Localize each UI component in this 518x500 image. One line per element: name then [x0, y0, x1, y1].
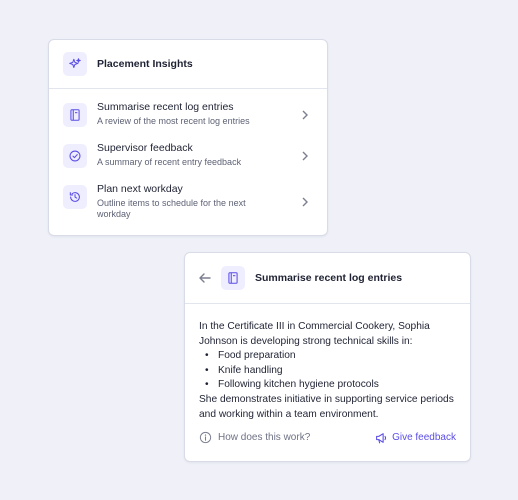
arrow-left-icon	[199, 273, 211, 283]
summary-closing: She demonstrates initiative in supportin…	[199, 393, 454, 420]
sparkles-icon	[63, 52, 87, 76]
give-feedback-button[interactable]: Give feedback	[375, 432, 456, 444]
info-icon	[199, 431, 212, 444]
summary-detail-header: Summarise recent log entries	[185, 253, 470, 304]
insight-item-title: Plan next workday	[97, 183, 183, 195]
notebook-icon	[221, 266, 245, 290]
skill-item: • Food preparation	[205, 350, 296, 362]
summary-detail-title: Summarise recent log entries	[255, 272, 403, 284]
insight-item-supervisor-feedback[interactable]: Supervisor feedback A summary of recent …	[63, 142, 313, 168]
back-button[interactable]	[199, 273, 211, 283]
skill-item: • Following kitchen hygiene protocols	[205, 379, 379, 391]
insight-item-title: Supervisor feedback	[97, 142, 193, 154]
summary-body: In the Certificate III in Commercial Coo…	[185, 304, 470, 422]
insight-item-summarise[interactable]: Summarise recent log entries A review of…	[63, 101, 313, 127]
summary-intro: In the Certificate III in Commercial Coo…	[199, 321, 430, 347]
check-circle-icon	[63, 144, 87, 168]
placement-insights-title: Placement Insights	[97, 58, 193, 70]
skill-item: • Knife handling	[205, 364, 283, 376]
notebook-icon	[63, 103, 87, 127]
placement-insights-header: Placement Insights	[49, 40, 327, 89]
skills-list: • Food preparation • Knife handling • Follo…	[199, 349, 456, 393]
insight-item-subtitle: Outline items to schedule for the next w…	[97, 198, 246, 219]
help-link-label: How does this work?	[218, 432, 311, 443]
give-feedback-label: Give feedback	[392, 432, 456, 443]
history-icon	[63, 185, 87, 209]
chevron-right-icon	[302, 197, 308, 207]
summary-footer: How does this work? Give feedback	[199, 431, 456, 444]
insight-item-subtitle: A review of the most recent log entries	[97, 116, 250, 126]
megaphone-icon	[376, 432, 387, 443]
how-does-this-work-link[interactable]: How does this work?	[199, 431, 310, 444]
summary-detail-card: Summarise recent log entries In the Cert…	[184, 252, 471, 462]
placement-insights-card: Placement Insights Summarise recent log …	[48, 39, 328, 236]
insight-item-title: Summarise recent log entries	[97, 101, 234, 113]
insight-item-subtitle: A summary of recent entry feedback	[97, 157, 242, 167]
insight-item-plan-workday[interactable]: Plan next workday Outline items to sched…	[63, 183, 313, 220]
chevron-right-icon	[302, 110, 308, 120]
chevron-right-icon	[302, 151, 308, 161]
